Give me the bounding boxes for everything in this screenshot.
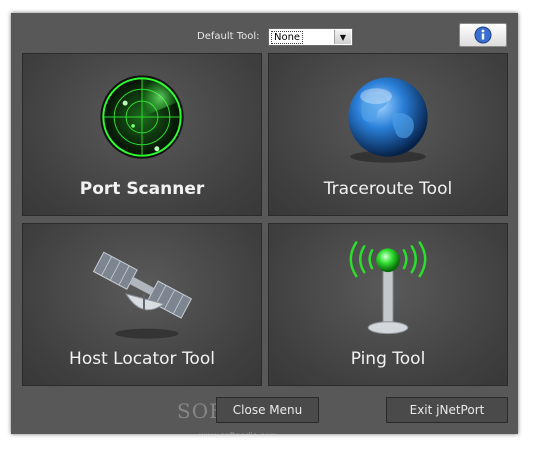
- info-button[interactable]: [459, 23, 507, 47]
- radar-icon: [100, 75, 184, 159]
- tile-label-traceroute: Traceroute Tool: [323, 179, 453, 199]
- info-icon: [474, 26, 492, 44]
- default-tool-value: None: [271, 31, 304, 44]
- tile-label-host-locator: Host Locator Tool: [69, 349, 215, 369]
- app-window: Default Tool: None ▼ Port Scanner Tracer…: [11, 13, 518, 440]
- tile-label-port-scanner: Port Scanner: [79, 179, 205, 199]
- ping-antenna-icon: [349, 241, 427, 335]
- satellite-icon: [92, 251, 193, 339]
- default-tool-select[interactable]: None ▼: [268, 28, 353, 46]
- tile-host-locator[interactable]: Host Locator Tool: [22, 223, 262, 386]
- tile-traceroute[interactable]: Traceroute Tool: [268, 53, 508, 216]
- globe-icon: [348, 77, 428, 163]
- tile-ping[interactable]: Ping Tool: [268, 223, 508, 386]
- tile-label-ping: Ping Tool: [350, 349, 426, 369]
- default-tool-label: Default Tool:: [197, 31, 260, 42]
- chevron-down-icon[interactable]: ▼: [334, 30, 351, 44]
- tile-port-scanner[interactable]: Port Scanner: [22, 53, 262, 216]
- close-menu-button[interactable]: Close Menu: [216, 397, 319, 423]
- softpedia-url: www.softpedia.com: [199, 431, 278, 440]
- exit-button[interactable]: Exit jNetPort: [386, 397, 508, 423]
